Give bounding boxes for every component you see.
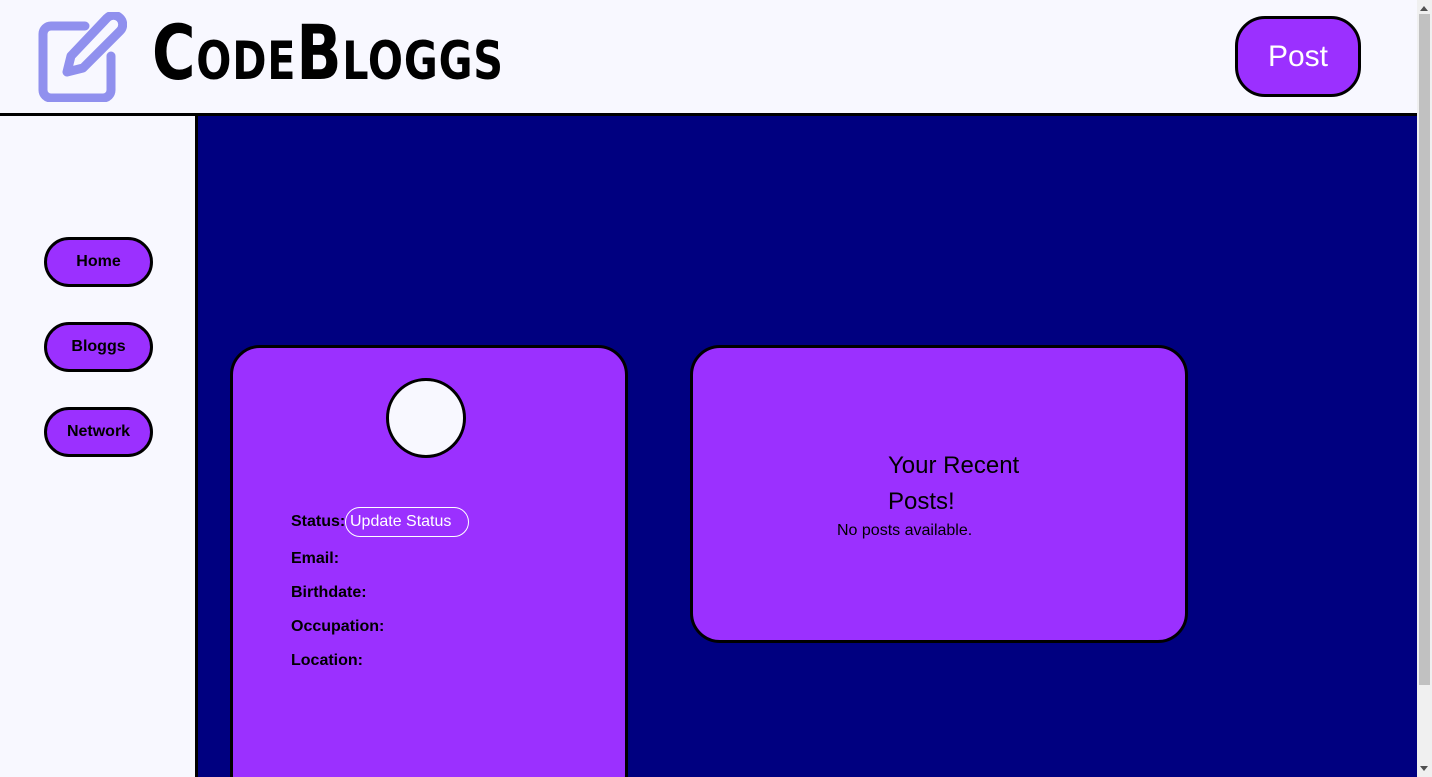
header: CodeBloggs Post xyxy=(0,0,1417,116)
scroll-thumb[interactable] xyxy=(1419,14,1430,685)
status-label: Status: xyxy=(291,513,346,530)
avatar xyxy=(386,378,466,458)
sidebar-item-bloggs[interactable]: Bloggs xyxy=(44,322,153,372)
vertical-scrollbar[interactable] xyxy=(1417,0,1432,777)
profile-card: Status: Email: Birthdate: Occupation: Lo… xyxy=(230,345,628,777)
sidebar-item-home[interactable]: Home xyxy=(44,237,153,287)
logo-text: CodeBloggs xyxy=(152,8,504,97)
no-posts-message: No posts available. xyxy=(837,522,973,539)
main-content: Status: Email: Birthdate: Occupation: Lo… xyxy=(198,116,1417,777)
occupation-label: Occupation: xyxy=(291,618,385,635)
recent-posts-title: Your Recent Posts! xyxy=(888,452,1020,515)
scroll-up-arrow-icon[interactable] xyxy=(1420,6,1428,11)
recent-posts-card: Your Recent Posts! No posts available. xyxy=(690,345,1188,643)
email-label: Email: xyxy=(291,550,340,567)
location-label: Location: xyxy=(291,652,363,669)
sidebar-item-network[interactable]: Network xyxy=(44,407,153,457)
post-button[interactable]: Post xyxy=(1235,16,1361,97)
status-input[interactable] xyxy=(345,507,469,537)
scroll-down-arrow-icon[interactable] xyxy=(1420,766,1428,771)
birthdate-label: Birthdate: xyxy=(291,584,367,601)
sidebar: Home Bloggs Network xyxy=(0,116,198,777)
edit-square-icon xyxy=(38,12,127,102)
